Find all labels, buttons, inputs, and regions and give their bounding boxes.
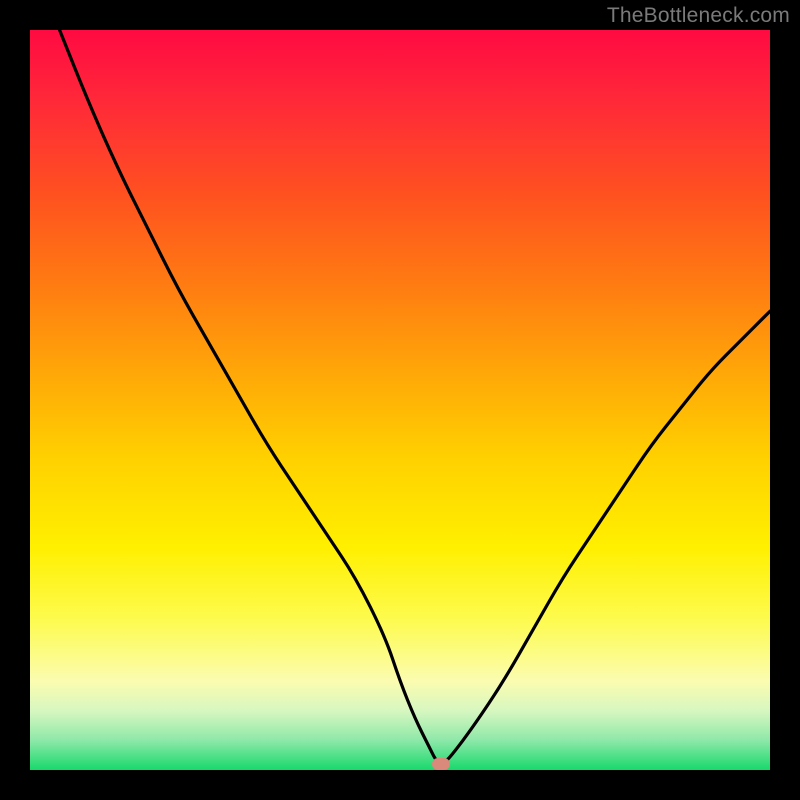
bottleneck-curve bbox=[30, 30, 770, 770]
optimal-point-marker bbox=[432, 758, 450, 770]
plot-area bbox=[30, 30, 770, 770]
chart-frame: TheBottleneck.com bbox=[0, 0, 800, 800]
watermark-text: TheBottleneck.com bbox=[607, 4, 790, 28]
